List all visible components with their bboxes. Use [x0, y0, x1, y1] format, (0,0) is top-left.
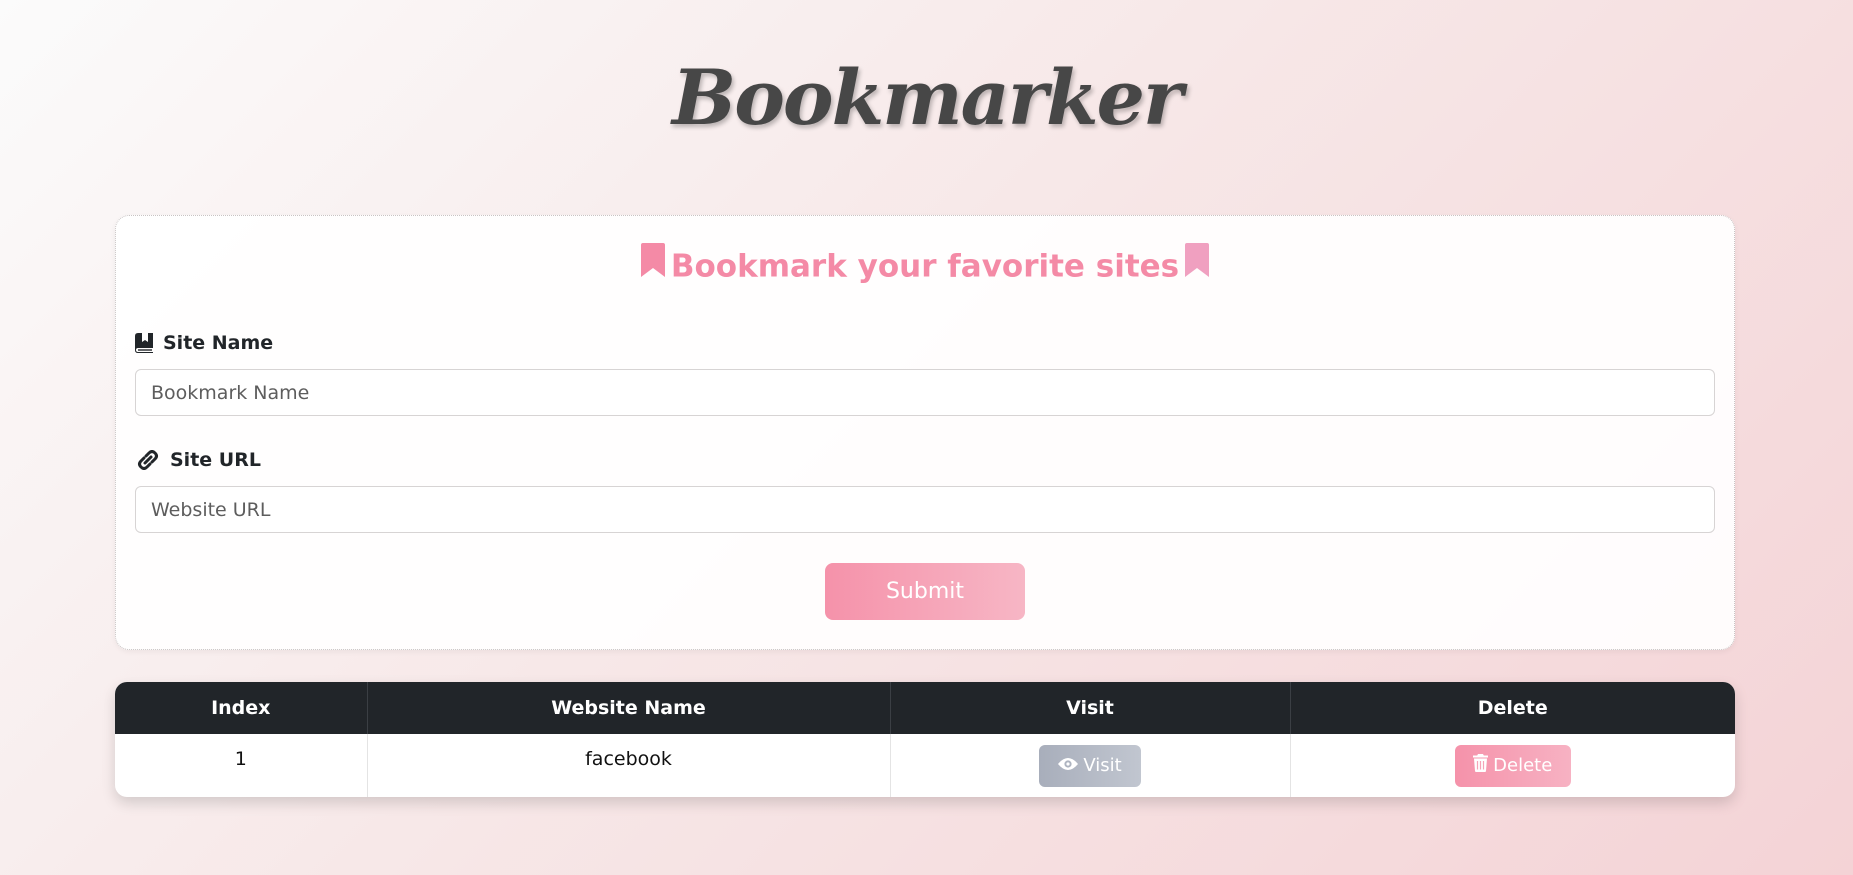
site-name-label: Site Name	[135, 332, 273, 354]
site-url-input[interactable]	[135, 486, 1715, 533]
visit-button-label: Visit	[1083, 755, 1122, 776]
row-website-name: facebook	[367, 734, 891, 797]
row-delete-cell: Delete	[1290, 734, 1735, 797]
bookmark-icon	[1185, 243, 1210, 287]
site-name-label-text: Site Name	[163, 332, 274, 354]
row-index: 1	[115, 734, 368, 797]
column-header-website-name: Website Name	[367, 682, 891, 734]
form-heading-text: Bookmark your favorite sites	[670, 248, 1180, 285]
row-visit-cell: Visit	[890, 734, 1291, 797]
delete-button[interactable]: Delete	[1454, 744, 1571, 787]
table-row: 1 facebook Visit Delete	[115, 734, 1735, 797]
column-header-delete: Delete	[1290, 682, 1735, 734]
submit-button[interactable]: Submit	[825, 563, 1025, 620]
bookmark-form-card: Bookmark your favorite sites Site Name B…	[115, 215, 1735, 650]
form-heading: Bookmark your favorite sites	[116, 243, 1734, 290]
site-url-label-text: Site URL	[170, 449, 261, 471]
column-header-index: Index	[115, 682, 368, 734]
bookmarks-table: Index Website Name Visit Delete 1 facebo…	[115, 682, 1735, 797]
site-url-label: Site URL	[135, 449, 261, 471]
app-title: Bookmarker	[671, 53, 1183, 142]
site-name-input[interactable]	[135, 369, 1715, 416]
eye-icon	[1058, 755, 1079, 776]
trash-icon	[1473, 754, 1489, 777]
visit-button[interactable]: Visit	[1039, 744, 1141, 787]
bookmark-icon	[640, 243, 665, 287]
link-icon	[135, 450, 161, 470]
book-bookmark-icon	[135, 333, 154, 353]
delete-button-label: Delete	[1493, 755, 1553, 776]
column-header-visit: Visit	[890, 682, 1291, 734]
table-header-row: Index Website Name Visit Delete	[115, 682, 1735, 734]
